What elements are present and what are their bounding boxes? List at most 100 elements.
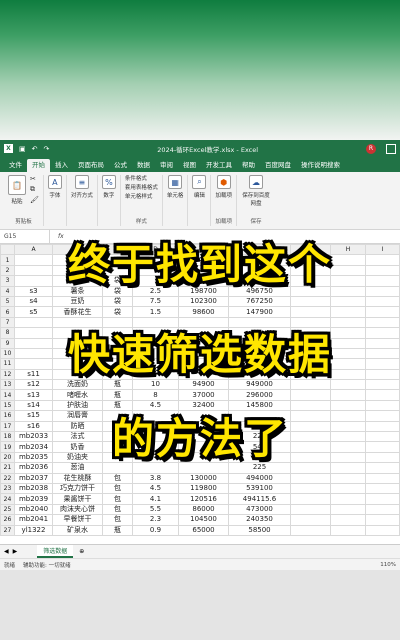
redo-icon[interactable]: ↷: [44, 145, 50, 153]
cell[interactable]: 袋: [102, 306, 133, 318]
row-header[interactable]: 26: [0, 514, 15, 526]
alignment-button[interactable]: ≡ 对齐方式: [71, 175, 93, 199]
cell[interactable]: s4: [14, 295, 53, 308]
cell[interactable]: 86000: [178, 503, 229, 516]
tab-data[interactable]: 数据: [132, 159, 155, 172]
cell[interactable]: [365, 410, 400, 422]
tab-review[interactable]: 审阅: [155, 159, 178, 172]
cell[interactable]: mb2039: [14, 493, 53, 505]
cell[interactable]: 花生桃酥: [52, 472, 103, 485]
cell[interactable]: 袋: [102, 295, 133, 308]
cell[interactable]: 147900: [228, 306, 291, 318]
edit-button[interactable]: ⌕ 编辑: [192, 175, 207, 199]
cell[interactable]: [365, 295, 400, 308]
cell[interactable]: [365, 472, 400, 485]
row-header[interactable]: 21: [0, 462, 15, 474]
cell[interactable]: 8: [132, 389, 179, 401]
cell[interactable]: 102300: [178, 295, 229, 308]
cell[interactable]: 539100: [228, 482, 291, 495]
cell[interactable]: [330, 493, 366, 505]
cell[interactable]: 肉沫夹心饼: [52, 503, 103, 516]
cell[interactable]: [330, 306, 366, 318]
cell[interactable]: 98600: [178, 306, 229, 318]
row-header[interactable]: 14: [0, 389, 15, 401]
cell[interactable]: [365, 462, 400, 474]
cell[interactable]: [290, 389, 331, 401]
row-header[interactable]: 27: [0, 524, 15, 536]
row-header[interactable]: 16: [0, 410, 15, 422]
cell[interactable]: 767250: [228, 295, 291, 308]
cell[interactable]: 1.5: [132, 306, 179, 318]
save-to-baidu-button[interactable]: ☁ 保存到百度网盘: [241, 175, 271, 207]
cell[interactable]: s13: [14, 389, 53, 401]
cells-button[interactable]: ▦ 单元格: [167, 175, 183, 199]
cell[interactable]: 473000: [228, 503, 291, 516]
cell[interactable]: 2.3: [132, 514, 179, 526]
cell[interactable]: 296000: [228, 389, 291, 401]
row-header[interactable]: 6: [0, 306, 15, 318]
tab-tell-me[interactable]: 操作说明搜索: [296, 159, 345, 172]
cell[interactable]: [365, 524, 400, 536]
cell[interactable]: 5.5: [132, 503, 179, 516]
cell[interactable]: [290, 503, 331, 516]
account-avatar[interactable]: R: [366, 143, 376, 154]
cell[interactable]: 包: [102, 503, 133, 516]
cell[interactable]: [290, 524, 331, 536]
row-header[interactable]: 20: [0, 451, 15, 464]
cell[interactable]: yl1322: [14, 524, 53, 536]
cell[interactable]: [290, 306, 331, 318]
tab-file[interactable]: 文件: [4, 159, 27, 172]
cell[interactable]: 包: [102, 472, 133, 485]
cell[interactable]: mb2041: [14, 514, 53, 526]
row-header[interactable]: 18: [0, 431, 15, 443]
number-button[interactable]: % 数字: [101, 175, 116, 199]
tab-help[interactable]: 帮助: [237, 159, 260, 172]
cell[interactable]: [365, 482, 400, 495]
cell[interactable]: [290, 493, 331, 505]
cell[interactable]: [365, 514, 400, 526]
cell[interactable]: 104500: [178, 514, 229, 526]
cell[interactable]: mb2037: [14, 472, 53, 485]
save-icon[interactable]: ▣: [19, 145, 26, 153]
cell[interactable]: [330, 524, 366, 536]
row-header[interactable]: 25: [0, 503, 15, 516]
cell[interactable]: 0.9: [132, 524, 179, 536]
cell[interactable]: 494115.6: [228, 493, 291, 505]
cell[interactable]: 7.5: [132, 295, 179, 308]
cell[interactable]: [365, 389, 400, 401]
cell[interactable]: [330, 295, 366, 308]
cell[interactable]: [365, 493, 400, 505]
row-header[interactable]: 19: [0, 441, 15, 453]
cell-style-button[interactable]: 单元格样式: [125, 193, 153, 202]
cell[interactable]: 494000: [228, 472, 291, 485]
cell[interactable]: [365, 399, 400, 412]
cell[interactable]: 矿泉水: [52, 524, 103, 536]
cell[interactable]: [330, 482, 366, 495]
status-accessibility[interactable]: 辅助功能: 一切就绪: [23, 561, 71, 569]
cell[interactable]: [290, 514, 331, 526]
cell[interactable]: 瓶: [102, 524, 133, 536]
row-header[interactable]: 5: [0, 295, 15, 308]
cell[interactable]: [330, 503, 366, 516]
tab-formulas[interactable]: 公式: [109, 159, 132, 172]
format-painter-icon[interactable]: 🖌: [30, 196, 39, 204]
copy-icon[interactable]: ⧉: [30, 185, 39, 194]
tab-page-layout[interactable]: 页面布局: [73, 159, 109, 172]
row-header[interactable]: 23: [0, 482, 15, 495]
cell[interactable]: mb2038: [14, 482, 53, 495]
cell[interactable]: mb2040: [14, 503, 53, 516]
tab-insert[interactable]: 插入: [50, 159, 73, 172]
cell[interactable]: 4.1: [132, 493, 179, 505]
cell[interactable]: 119800: [178, 482, 229, 495]
cell[interactable]: [365, 503, 400, 516]
cell[interactable]: 3.8: [132, 472, 179, 485]
cell[interactable]: 豆奶: [52, 295, 103, 308]
cell[interactable]: 120516: [178, 493, 229, 505]
cell[interactable]: [365, 431, 400, 443]
cell[interactable]: [330, 472, 366, 485]
cell[interactable]: 包: [102, 493, 133, 505]
paste-button[interactable]: 📋 粘贴: [8, 175, 26, 205]
cell[interactable]: [365, 451, 400, 464]
next-sheet-icon[interactable]: ▶: [13, 548, 18, 555]
cell[interactable]: 58500: [228, 524, 291, 536]
